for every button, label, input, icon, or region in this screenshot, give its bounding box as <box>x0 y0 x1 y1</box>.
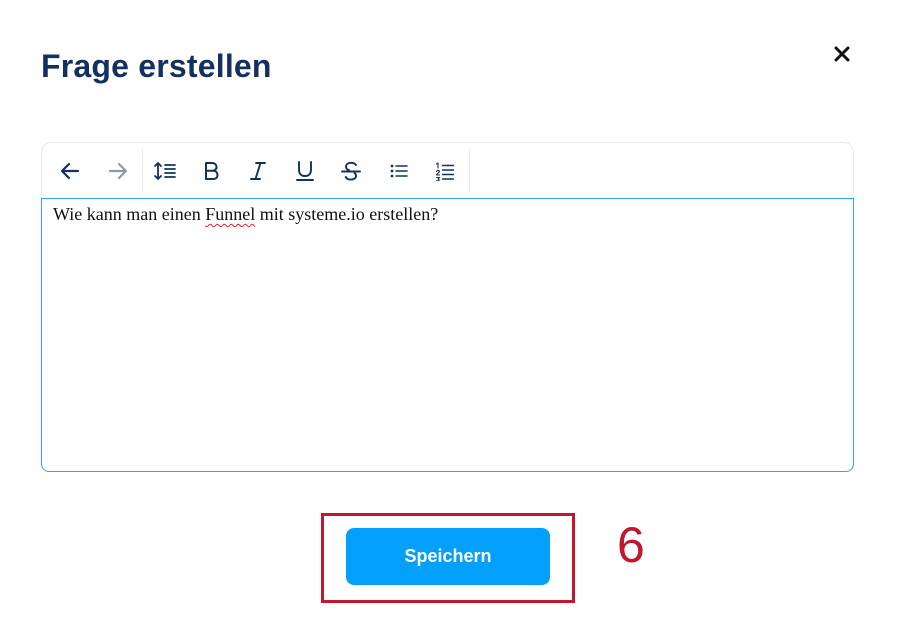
strikethrough-button[interactable] <box>338 158 364 184</box>
create-question-modal: Frage erstellen Wie kann man einen Funne… <box>0 0 897 637</box>
close-icon <box>834 46 850 62</box>
editor-text-part: mit systeme.io erstellen? <box>255 204 439 224</box>
line-height-button[interactable] <box>152 158 178 184</box>
rich-text-editor: Wie kann man einen Funnel mit systeme.io… <box>41 142 854 472</box>
toolbar-separator <box>142 149 143 193</box>
toolbar-separator <box>469 149 470 193</box>
bullet-list-button[interactable] <box>386 158 412 184</box>
underline-button[interactable] <box>292 158 318 184</box>
italic-icon <box>250 162 266 180</box>
annotation-step-number: 6 <box>617 517 645 573</box>
arrow-left-icon <box>60 162 80 180</box>
undo-button[interactable] <box>57 158 83 184</box>
editor-text[interactable]: Wie kann man einen Funnel mit systeme.io… <box>53 204 438 225</box>
italic-button[interactable] <box>245 158 271 184</box>
save-button[interactable]: Speichern <box>346 528 550 585</box>
bullet-list-icon <box>390 164 408 178</box>
bold-icon <box>205 162 219 180</box>
numbered-list-icon <box>435 162 455 181</box>
editor-toolbar <box>41 142 854 198</box>
misspelled-word: Funnel <box>205 204 256 224</box>
modal-title: Frage erstellen <box>41 48 272 84</box>
editor-content-area[interactable]: Wie kann man einen Funnel mit systeme.io… <box>41 198 854 472</box>
arrow-right-icon <box>108 162 128 180</box>
editor-text-part: Wie kann man einen <box>53 204 206 224</box>
redo-button[interactable] <box>105 158 131 184</box>
bold-button[interactable] <box>198 158 224 184</box>
underline-icon <box>296 161 314 181</box>
line-height-icon <box>154 162 176 180</box>
numbered-list-button[interactable] <box>432 158 458 184</box>
close-button[interactable] <box>828 40 856 68</box>
strikethrough-icon <box>341 161 361 181</box>
